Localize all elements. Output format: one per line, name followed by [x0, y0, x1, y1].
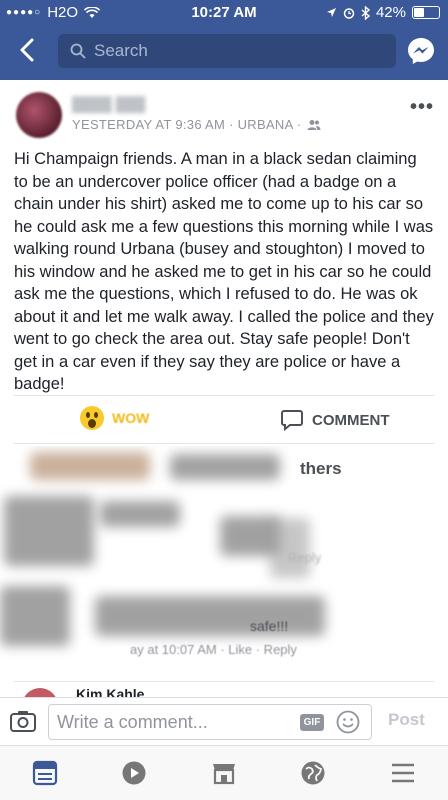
divider: [14, 395, 434, 396]
search-placeholder: Search: [94, 41, 148, 60]
battery-icon: [412, 6, 440, 19]
redaction-smudge: [170, 454, 280, 480]
news-feed-icon[interactable]: [32, 760, 58, 786]
post-meta: YESTERDAY AT 9:36 AM · URBANA ·: [72, 117, 321, 132]
comment-bubble-icon: [281, 410, 303, 432]
divider: [14, 443, 434, 444]
battery-fill: [414, 8, 424, 17]
next-comment-partial: Kim Kahle: [0, 684, 448, 698]
status-bar: ●●●●○ H2O 10:27 AM 42%: [0, 0, 448, 26]
battery-percent: 42%: [375, 4, 406, 21]
reply-link-faint[interactable]: Reply: [288, 550, 321, 565]
comment-meta[interactable]: ay at 10:07 AM · Like · Reply: [130, 642, 297, 657]
search-icon: [70, 43, 86, 59]
comment-input-placeholder: Write a comment...: [57, 712, 208, 732]
marketplace-icon[interactable]: [211, 760, 237, 786]
post-header: ████ ███ YESTERDAY AT 9:36 AM · URBANA ·…: [0, 80, 448, 140]
avatar[interactable]: [16, 92, 62, 138]
camera-icon[interactable]: [10, 710, 36, 732]
redaction-smudge: [100, 501, 180, 527]
wow-eye: [86, 412, 90, 418]
wow-face-icon: [80, 406, 104, 430]
comment-label: COMMENT: [312, 411, 390, 429]
ellipsis-icon[interactable]: •••: [410, 96, 434, 119]
redaction-smudge: [4, 496, 94, 566]
comment-button[interactable]: COMMENT: [280, 408, 390, 432]
redaction-smudge: [95, 596, 325, 636]
wow-mouth: [88, 419, 96, 428]
menu-hamburger-icon[interactable]: [390, 760, 416, 786]
messenger-icon[interactable]: [406, 36, 436, 66]
redaction-smudge: [0, 586, 70, 646]
author-name-redacted: ████ ███: [72, 96, 146, 112]
location-arrow-icon: [326, 8, 336, 17]
comment-composer: Write a comment... GIF Post: [0, 697, 448, 745]
alarm-icon: [343, 7, 355, 19]
bluetooth-icon: [361, 5, 370, 20]
notifications-globe-icon[interactable]: [300, 760, 326, 786]
back-arrow-icon[interactable]: [14, 36, 42, 64]
gif-button[interactable]: GIF: [300, 714, 324, 731]
divider: [14, 681, 434, 682]
sticker-smiley-icon[interactable]: [336, 710, 360, 734]
bottom-tab-bar: [0, 745, 448, 800]
status-right: 42%: [326, 4, 440, 21]
friends-audience-icon: [307, 119, 321, 130]
likers-summary[interactable]: thers: [300, 459, 342, 479]
wow-label: WOW: [112, 410, 150, 426]
comment-text: safe!!!: [250, 618, 289, 634]
redaction-smudge: [30, 452, 150, 480]
post-comment-button[interactable]: Post: [388, 710, 425, 730]
comments-section-redacted: thers Reply safe!!! ay at 10:07 AM · Lik…: [0, 446, 448, 682]
redaction-smudge: [270, 518, 310, 578]
post-timestamp[interactable]: YESTERDAY AT 9:36 AM · URBANA ·: [72, 117, 301, 132]
search-input[interactable]: Search: [58, 34, 396, 68]
post-actions: WOW COMMENT: [0, 400, 448, 440]
wow-reaction-button[interactable]: WOW: [80, 406, 149, 430]
top-navigation-bar: ●●●●○ H2O 10:27 AM 42% Search: [0, 0, 448, 80]
wow-eye: [94, 412, 98, 418]
video-play-icon[interactable]: [121, 760, 147, 786]
post-body-text: Hi Champaign friends. A man in a black s…: [14, 150, 434, 393]
